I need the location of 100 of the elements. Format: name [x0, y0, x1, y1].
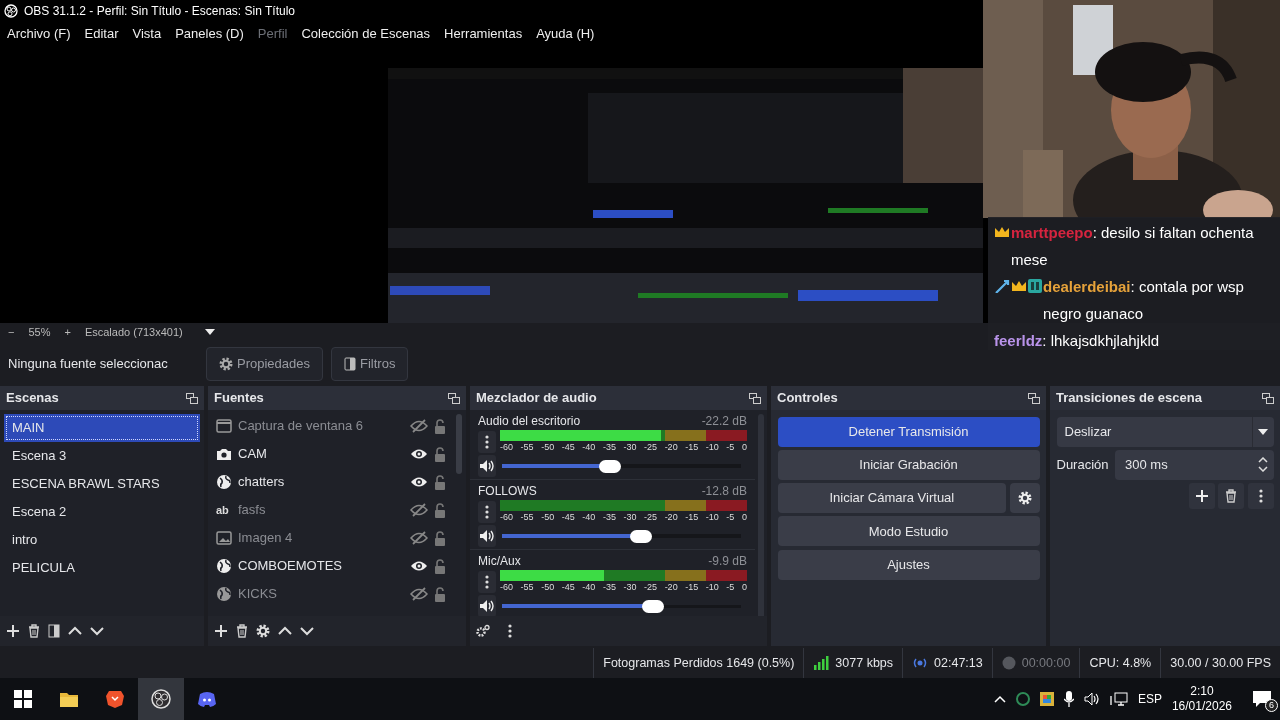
menu-item[interactable]: Archivo (F) [0, 23, 78, 44]
chevron-up-icon[interactable] [993, 695, 1006, 703]
filter-icon[interactable] [48, 624, 60, 638]
network-icon[interactable] [1109, 692, 1128, 706]
caret-icon[interactable] [1258, 428, 1268, 435]
clock[interactable]: 2:10 16/01/2026 [1171, 684, 1232, 714]
more-icon[interactable] [485, 504, 489, 519]
dock-title: Mezclador de audio [476, 389, 597, 408]
more-icon[interactable] [485, 574, 489, 589]
up-icon[interactable] [68, 626, 82, 636]
lock-icon[interactable] [434, 586, 446, 602]
float-icon[interactable] [186, 392, 198, 404]
speaker-icon[interactable] [479, 529, 495, 543]
float-icon[interactable] [1028, 392, 1040, 404]
down-icon[interactable] [300, 626, 314, 636]
duration-field[interactable]: 300 ms [1115, 449, 1274, 480]
eye-slash-icon[interactable] [410, 531, 428, 545]
eye-icon[interactable] [410, 560, 428, 572]
source-item[interactable]: Imagen 4 [238, 528, 404, 548]
slider-thumb[interactable] [598, 459, 621, 473]
float-icon[interactable] [749, 392, 761, 404]
channel-menu-button[interactable] [478, 500, 496, 523]
slider-thumb[interactable] [629, 529, 652, 543]
menu-item[interactable]: Vista [125, 23, 169, 44]
filters-button[interactable]: Filtros [331, 346, 409, 381]
settings-icon [219, 356, 233, 371]
lock-icon[interactable] [434, 502, 446, 518]
settings-button[interactable] [1009, 483, 1040, 513]
float-icon[interactable] [448, 392, 460, 404]
scrollbar[interactable] [456, 414, 462, 474]
menu-item[interactable]: Colección de Escenas [294, 23, 438, 44]
microphone-icon[interactable] [1063, 691, 1074, 707]
settings-icon[interactable] [256, 624, 270, 638]
taskbar-button[interactable] [138, 678, 184, 720]
lock-icon[interactable] [434, 530, 446, 546]
channel-menu-button[interactable] [478, 570, 496, 593]
lock-icon[interactable] [434, 474, 446, 490]
more-icon[interactable] [485, 434, 489, 449]
eye-icon[interactable] [410, 476, 428, 488]
zoom-out-button[interactable]: − [8, 323, 15, 341]
down-icon[interactable] [1257, 466, 1268, 473]
lock-icon[interactable] [434, 446, 446, 462]
caret-icon[interactable] [204, 329, 215, 335]
mute-button[interactable] [478, 595, 496, 616]
source-item[interactable]: chatters [238, 472, 404, 492]
source-item[interactable]: Captura de ventana 6 [238, 416, 404, 436]
add-icon[interactable] [1195, 489, 1209, 503]
up-icon[interactable] [278, 626, 292, 636]
language-indicator[interactable]: ESP [1137, 690, 1162, 708]
menu-item[interactable]: Editar [77, 23, 126, 44]
eye-slash-icon[interactable] [410, 419, 428, 433]
menu-item[interactable]: Ayuda (H) [529, 23, 602, 44]
transition-dropdown[interactable]: Deslizar [1056, 416, 1274, 447]
delete-icon[interactable] [1225, 489, 1238, 503]
lock-icon[interactable] [434, 558, 446, 574]
delete-icon[interactable] [28, 624, 40, 638]
eye-icon[interactable] [410, 448, 428, 460]
eye-slash-icon[interactable] [410, 503, 428, 517]
control-button[interactable]: Iniciar Grabación [777, 449, 1040, 480]
palette-icon[interactable] [1039, 692, 1054, 706]
scene-item[interactable]: ESCENA BRAWL STARS [4, 470, 200, 498]
scene-item[interactable]: Escena 3 [4, 442, 200, 470]
scene-item[interactable]: MAIN [4, 414, 200, 442]
more-icon[interactable] [508, 624, 512, 638]
control-button[interactable]: Ajustes [777, 549, 1040, 580]
menu-item[interactable]: Paneles (D) [168, 23, 251, 44]
control-button[interactable]: Modo Estudio [777, 516, 1040, 547]
source-item[interactable]: CAM [238, 444, 404, 464]
speaker-icon[interactable] [479, 459, 495, 473]
down-icon[interactable] [90, 626, 104, 636]
channel-menu-button[interactable] [478, 430, 496, 453]
control-button[interactable]: Detener Transmisión [777, 416, 1040, 447]
float-icon[interactable] [1262, 392, 1274, 404]
slider-thumb[interactable] [641, 599, 664, 613]
delete-icon[interactable] [236, 624, 248, 638]
settings-icon [1017, 491, 1032, 505]
lock-icon[interactable] [434, 418, 446, 434]
source-item[interactable]: fasfs [238, 500, 404, 520]
scene-item[interactable]: Escena 2 [4, 498, 200, 526]
sync-icon[interactable] [1015, 692, 1030, 706]
settings-icon[interactable] [476, 624, 490, 638]
zoom-in-button[interactable]: + [64, 323, 71, 341]
mute-button[interactable] [478, 525, 496, 547]
control-button[interactable]: Iniciar Cámara Virtual [777, 483, 1007, 513]
filter-icon[interactable] [344, 356, 356, 371]
properties-button[interactable]: Propiedades [206, 346, 323, 381]
more-icon[interactable] [1258, 489, 1263, 503]
speaker-icon[interactable] [479, 599, 495, 613]
add-icon[interactable] [6, 624, 20, 638]
source-item[interactable]: KICKS [238, 584, 404, 604]
up-icon[interactable] [1257, 457, 1268, 464]
volume-icon[interactable] [1083, 692, 1100, 706]
source-item[interactable]: COMBOEMOTES [238, 556, 404, 576]
menu-item[interactable]: Herramientas [437, 23, 530, 44]
scene-item[interactable]: intro [4, 526, 200, 554]
notification-icon[interactable] [1252, 690, 1272, 708]
mute-button[interactable] [478, 455, 496, 477]
add-icon[interactable] [214, 624, 228, 638]
scene-item[interactable]: PELICULA [4, 554, 200, 582]
eye-slash-icon[interactable] [410, 587, 428, 601]
